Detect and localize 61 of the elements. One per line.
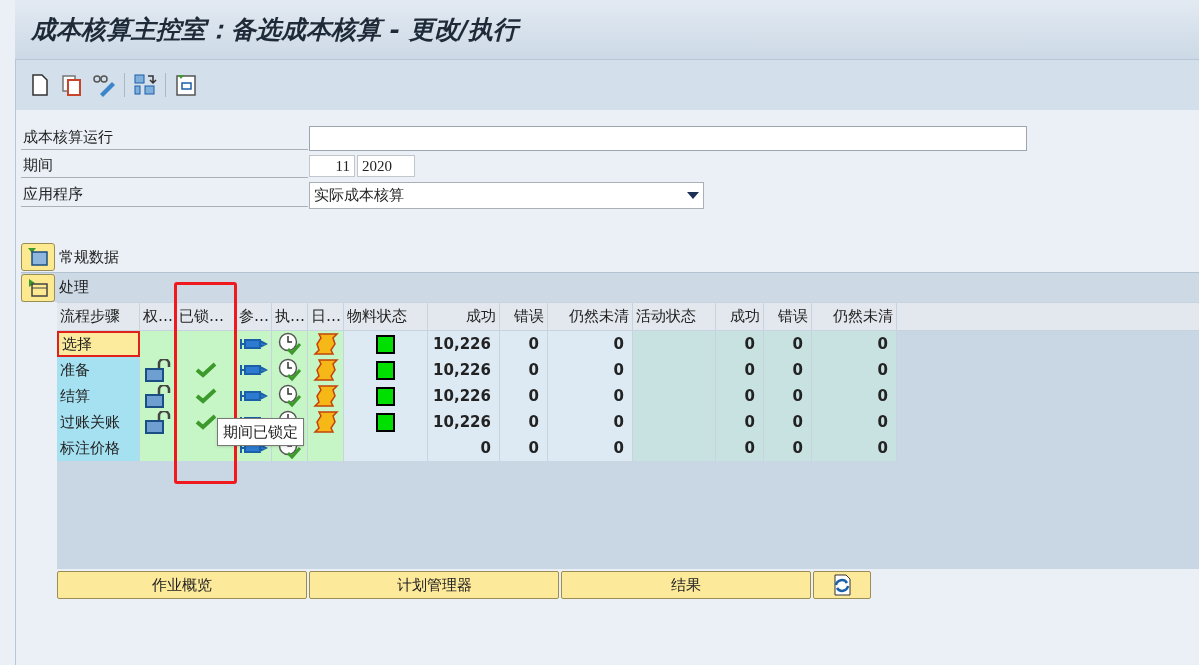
table-cell: 0 [548, 331, 633, 357]
table-cell: 0 [764, 357, 812, 383]
column-header[interactable]: 成功 [716, 303, 764, 330]
table-cell: 0 [716, 357, 764, 383]
table-cell: 0 [812, 357, 897, 383]
column-header[interactable]: 仍然未清 [812, 303, 897, 330]
table-cell: 0 [764, 383, 812, 409]
column-header[interactable]: 日… [308, 303, 344, 330]
process-step[interactable]: 标注价格 [57, 435, 140, 461]
section-title: 常规数据 [59, 246, 119, 268]
column-header[interactable]: 仍然未清 [548, 303, 633, 330]
column-header[interactable]: 错误 [500, 303, 548, 330]
table-cell: 0 [428, 435, 500, 461]
table-cell: 0 [812, 331, 897, 357]
table-cell: 0 [548, 357, 633, 383]
table-cell: 10,226 [428, 331, 500, 357]
column-header[interactable]: 参… [236, 303, 272, 330]
column-header[interactable]: 活动状态 [633, 303, 716, 330]
table-cell: 10,226 [428, 409, 500, 435]
table-cell: 0 [548, 409, 633, 435]
action-button[interactable]: 计划管理器 [309, 571, 559, 599]
column-header[interactable]: 物料状态 [344, 303, 428, 330]
table-cell: 0 [812, 435, 897, 461]
table-cell: 0 [548, 435, 633, 461]
table-cell: 0 [812, 409, 897, 435]
column-header[interactable]: 已锁… [176, 303, 236, 330]
action-button[interactable]: 作业概览 [57, 571, 307, 599]
process-step[interactable]: 准备 [57, 357, 140, 383]
column-header[interactable]: 成功 [428, 303, 500, 330]
table-cell: 0 [716, 331, 764, 357]
process-step[interactable]: 选择 [57, 331, 140, 357]
action-button[interactable]: 结果 [561, 571, 811, 599]
table-cell: 0 [500, 383, 548, 409]
year-field[interactable]: 2020 [357, 155, 415, 177]
table-cell: 10,226 [428, 357, 500, 383]
column-header[interactable]: 执… [272, 303, 308, 330]
month-field[interactable]: 11 [309, 155, 355, 177]
application-dropdown[interactable]: 实际成本核算 [309, 181, 704, 209]
table-cell: 0 [500, 435, 548, 461]
table-cell: 0 [716, 409, 764, 435]
column-header[interactable]: 权… [140, 303, 176, 330]
field-label: 成本核算运行 [21, 126, 308, 150]
table-cell: 0 [764, 409, 812, 435]
table-cell: 0 [500, 409, 548, 435]
process-step[interactable]: 过账关账 [57, 409, 140, 435]
column-header[interactable]: 流程步骤 [57, 303, 140, 330]
table-cell: 0 [548, 383, 633, 409]
table-cell: 0 [500, 331, 548, 357]
section-title: 处理 [59, 277, 89, 299]
field-label: 期间 [21, 154, 308, 178]
table-cell: 0 [716, 435, 764, 461]
table-cell: 0 [764, 331, 812, 357]
table-cell: 0 [764, 435, 812, 461]
table-cell: 0 [500, 357, 548, 383]
table-cell: 0 [716, 383, 764, 409]
column-header[interactable]: 错误 [764, 303, 812, 330]
table-cell: 10,226 [428, 383, 500, 409]
tooltip: 期间已锁定 [217, 418, 304, 446]
field-label: 应用程序 [21, 183, 308, 207]
process-step[interactable]: 结算 [57, 383, 140, 409]
table-cell: 0 [812, 383, 897, 409]
